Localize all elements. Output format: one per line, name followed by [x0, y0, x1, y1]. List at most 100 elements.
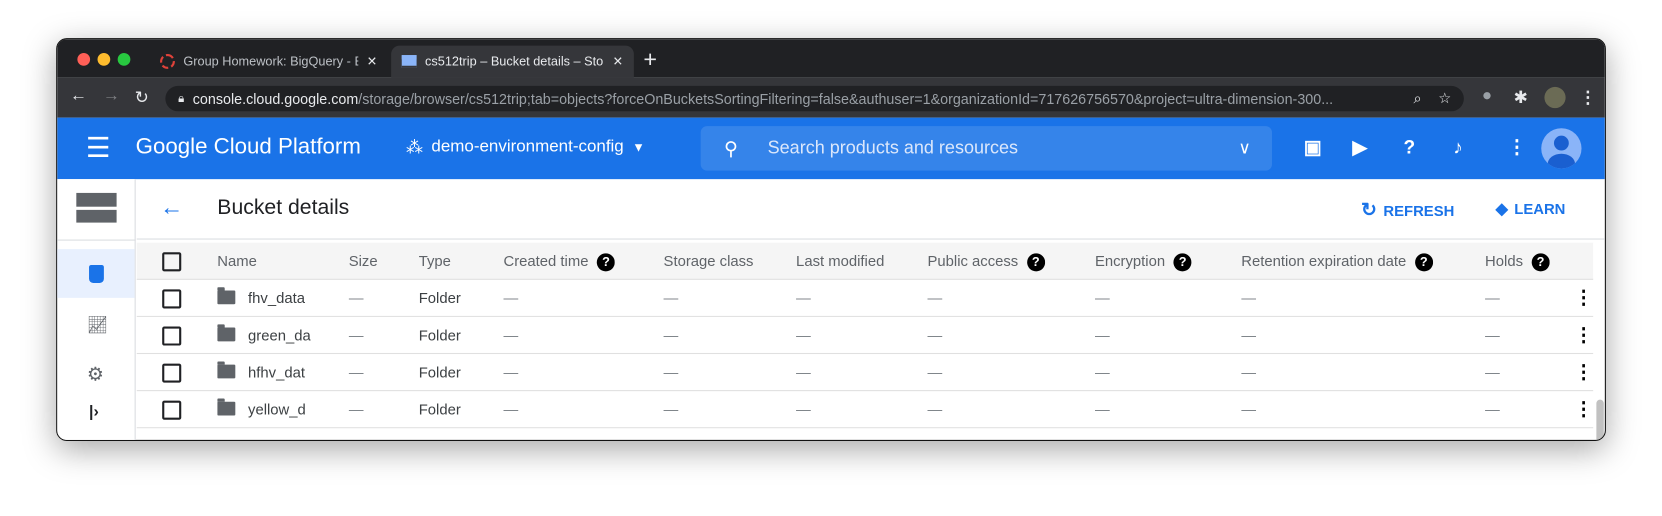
minimize-window-button[interactable] [97, 52, 111, 66]
cell-size: — [349, 317, 364, 354]
vertical-scrollbar[interactable] [1596, 399, 1604, 440]
column-header-public-access[interactable]: Public access? [927, 243, 1045, 280]
help-question-icon[interactable]: ? [1173, 253, 1192, 272]
cell-value: — [663, 363, 679, 381]
address-bar[interactable]: 🔒︎ console.cloud.google.com/storage/brow… [165, 85, 1464, 112]
cell-created-time: — [503, 280, 518, 317]
cell-created-time: — [503, 354, 518, 391]
tab-title: cs512trip – Bucket details – Sto [425, 54, 604, 69]
expand-sidebar-icon[interactable]: |› [89, 403, 99, 421]
extensions-puzzle-icon[interactable]: ✱ [1514, 87, 1528, 108]
cell-value: — [503, 289, 519, 307]
cell-retention-expiration-date: — [1241, 391, 1256, 428]
maximize-window-button[interactable] [117, 52, 131, 66]
row-actions-kebab-icon[interactable]: ⋮ [1574, 280, 1593, 317]
gear-icon: ⚙ [86, 363, 105, 385]
cell-value: — [927, 326, 943, 344]
sidebar-item-settings[interactable]: ⚙ [87, 364, 104, 386]
back-arrow-icon[interactable]: ← [160, 194, 183, 222]
cell-name[interactable]: hfhv_dat [217, 354, 305, 391]
reload-icon[interactable]: ↻ [135, 87, 149, 108]
more-options-icon[interactable]: ⋮ [1507, 137, 1526, 159]
row-actions-kebab-icon[interactable]: ⋮ [1574, 317, 1593, 354]
row-actions-kebab-icon[interactable]: ⋮ [1574, 354, 1593, 391]
column-header-holds[interactable]: Holds? [1485, 243, 1550, 280]
extension-balloon-icon[interactable]: ● [1482, 87, 1492, 106]
cell-storage-class: — [664, 280, 679, 317]
zoom-icon[interactable]: ⌕ [1413, 90, 1421, 107]
cell-encryption: — [1095, 317, 1110, 354]
sidebar-item-monitoring[interactable]: 📈︎ [87, 315, 109, 336]
row-checkbox[interactable] [162, 400, 182, 420]
table-row[interactable]: yellow_d — Folder — — — — — — — ⋮ [136, 391, 1594, 429]
row-checkbox[interactable] [162, 326, 182, 346]
close-tab-icon[interactable]: ✕ [367, 54, 378, 69]
close-window-button[interactable] [77, 52, 91, 66]
column-label: Last modified [796, 252, 885, 270]
cell-value: — [1485, 326, 1500, 344]
cell-name[interactable]: yellow_d [217, 391, 306, 428]
row-checkbox[interactable] [162, 289, 182, 309]
column-label: Type [418, 252, 451, 270]
search-icon: ⚲ [723, 137, 738, 159]
cell-value: — [348, 326, 364, 344]
select-all-checkbox[interactable] [162, 252, 182, 272]
row-checkbox[interactable] [162, 363, 182, 383]
column-header-encryption[interactable]: Encryption? [1095, 243, 1192, 280]
refresh-button[interactable]: ↻ REFRESH [1361, 199, 1454, 221]
learn-button[interactable]: ◆ LEARN [1496, 199, 1566, 218]
profile-avatar[interactable] [1544, 86, 1566, 109]
help-question-icon[interactable]: ? [596, 253, 615, 272]
cell-type: Folder [419, 391, 461, 428]
row-actions-kebab-icon[interactable]: ⋮ [1574, 391, 1593, 428]
help-icon[interactable]: ? [1403, 137, 1415, 159]
bookmark-star-icon[interactable]: ☆ [1438, 90, 1451, 107]
column-header-retention-expiration-date[interactable]: Retention expiration date? [1241, 243, 1433, 280]
browser-menu-icon[interactable]: ⋮ [1579, 87, 1596, 108]
back-icon[interactable]: ← [70, 87, 87, 106]
table-row[interactable]: hfhv_dat — Folder — — — — — — — ⋮ [136, 354, 1594, 392]
column-header-size[interactable]: Size [349, 243, 378, 280]
cell-value: — [1485, 400, 1500, 418]
table-row[interactable]: fhv_data — Folder — — — — — — — ⋮ [136, 280, 1594, 317]
forward-icon[interactable]: → [103, 87, 120, 106]
column-header-storage-class[interactable]: Storage class [664, 243, 754, 280]
sidebar-item-browser[interactable] [57, 249, 135, 298]
help-question-icon[interactable]: ? [1531, 253, 1550, 272]
column-header-last-modified[interactable]: Last modified [796, 243, 884, 280]
cell-value: Folder [418, 289, 461, 307]
learn-label: LEARN [1514, 200, 1566, 218]
cell-value: — [348, 289, 364, 307]
cell-value: — [796, 400, 811, 418]
project-selector[interactable]: ⁂ demo-environment-config ▼ [406, 137, 645, 158]
close-tab-icon[interactable]: ✕ [613, 54, 624, 69]
cell-value: — [348, 400, 364, 418]
gift-icon[interactable]: ▣ [1304, 137, 1322, 159]
tab-bucket-details[interactable]: cs512trip – Bucket details – Sto ✕ [391, 45, 634, 78]
column-header-created-time[interactable]: Created time? [503, 243, 615, 280]
notifications-bell-icon[interactable]: ♪ [1453, 137, 1463, 159]
tab-bigquery[interactable]: Group Homework: BigQuery - B ✕ [149, 46, 388, 78]
cell-name[interactable]: green_da [217, 317, 311, 354]
help-question-icon[interactable]: ? [1026, 253, 1045, 272]
cell-value: hfhv_dat [248, 363, 305, 381]
cloud-shell-icon[interactable]: ▶ [1353, 137, 1368, 159]
table-row[interactable]: green_da — Folder — — — — — — — ⋮ [136, 317, 1594, 355]
cell-name[interactable]: fhv_data [217, 280, 305, 317]
new-tab-button[interactable]: + [643, 46, 657, 74]
cell-type: Folder [419, 280, 461, 317]
storage-product-icon [76, 192, 117, 223]
help-question-icon[interactable]: ? [1414, 253, 1433, 272]
monitoring-chart-icon: 📈︎ [86, 316, 109, 335]
chevron-down-icon[interactable]: ∨ [1238, 138, 1250, 159]
column-label: Holds [1485, 252, 1524, 270]
column-header-name[interactable]: Name [217, 243, 257, 280]
search-input[interactable]: ⚲ Search products and resources ∨ [700, 126, 1272, 171]
column-label: Public access [927, 252, 1019, 270]
gcp-logo-title[interactable]: Google Cloud Platform [136, 135, 361, 160]
cell-value: Folder [418, 363, 461, 381]
account-avatar[interactable] [1541, 128, 1582, 169]
folder-icon [217, 287, 236, 305]
hamburger-menu-icon[interactable]: ☰ [86, 131, 111, 164]
column-header-type[interactable]: Type [419, 243, 451, 280]
